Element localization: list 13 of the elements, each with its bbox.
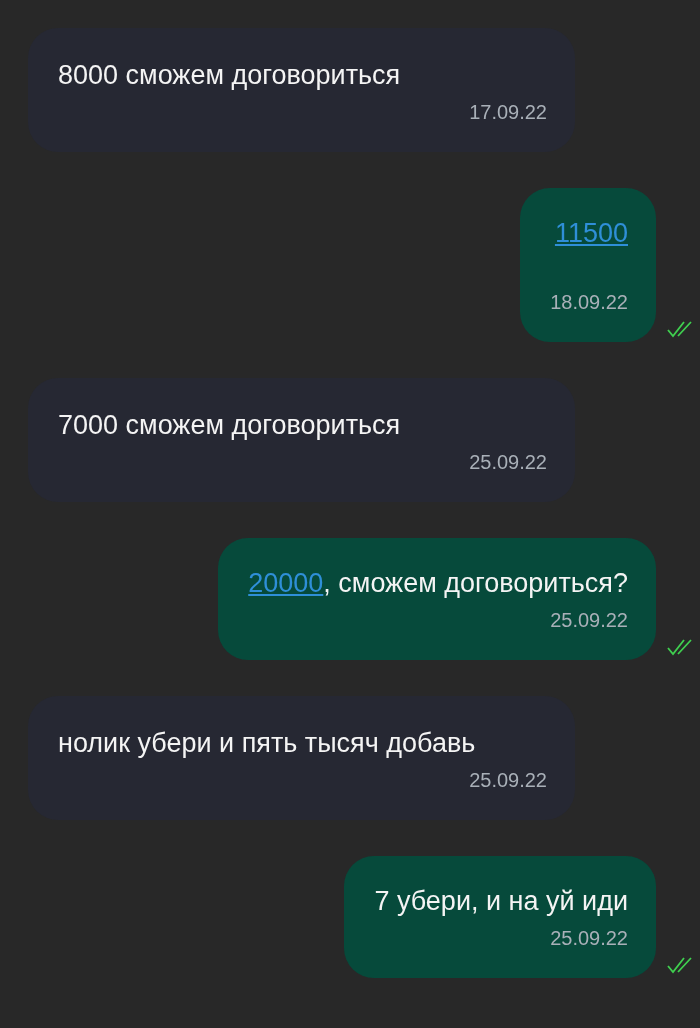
phone-link[interactable]: 11500	[554, 216, 628, 250]
message-date: 25.09.22	[469, 768, 547, 792]
phone-link[interactable]: 20000	[248, 568, 324, 598]
message-date: 25.09.22	[469, 450, 547, 474]
message-text: нолик убери и пять тысяч добавь	[58, 727, 477, 760]
message-text: 20000, сможем договориться?	[248, 567, 628, 600]
message-date: 25.09.22	[550, 926, 628, 950]
message-text: 7 убери, и на уй иди	[374, 885, 628, 918]
message-date: 18.09.22	[550, 290, 628, 314]
message-date: 17.09.22	[469, 100, 547, 124]
message-date: 25.09.22	[550, 608, 628, 632]
message-text: 7000 сможем договориться	[58, 409, 402, 442]
message-text: 8000 сможем договориться	[58, 59, 402, 92]
